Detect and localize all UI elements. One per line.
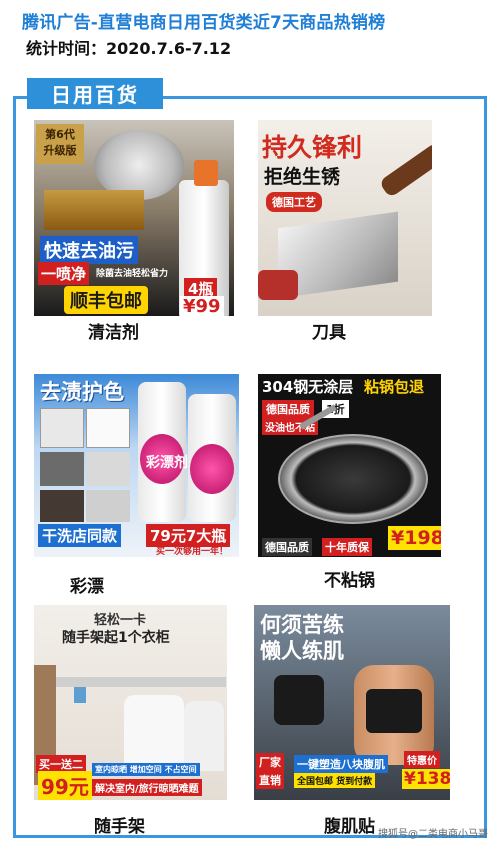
upgrade-badge: 第6代 升级版 [36,124,84,164]
brand-label: 彩漂剂 [146,455,188,471]
stats-period: 统计时间：2020.7.6-7.12 [26,39,232,58]
image-guarantee: 粘锅包退 [364,378,425,396]
product-image-pan[interactable]: 304钢无涂层 粘锅包退 德国品质 1折 没油也不粘 德国品质 十年质保 ¥19… [258,374,441,557]
watermark: 搜狐号@二类电商小马哥 [378,829,488,840]
product-label-pan: 不粘锅 [324,571,375,591]
direct-sale-badge: 直销 [256,771,284,789]
craft-tag: 德国工艺 [266,192,322,212]
shipping-strip: 全国包邮 货到付款 [294,773,376,788]
image-subheadline: 懒人练肌 [260,639,344,663]
image-subheadline: 随手架起1个衣柜 [62,630,170,646]
quality-badge: 德国品质 [262,400,314,418]
product-label-cleaner: 清洁剂 [88,323,139,343]
feature-strip: 室内晾晒 增加空间 不占空间 [92,763,200,776]
image-caption: 除菌去油轻松省力 [96,269,169,279]
product-label-hanger: 随手架 [94,817,145,837]
image-subheadline: 一喷净 [38,262,90,285]
quality-footer: 德国品质 [262,538,312,556]
section-tab[interactable]: 日用百货 [27,78,163,109]
image-subheadline: 拒绝生锈 [264,166,341,188]
cta-banner: 干洗店同款 [38,524,122,547]
product-image-hanger[interactable]: 轻松一卡 随手架起1个衣柜 买一送二 99元 室内晾晒 增加空间 不占空间 解决… [34,605,227,800]
price-tag: ¥99 [180,296,224,316]
image-headline: 304钢无涂层 [262,378,354,396]
product-image-cleaner[interactable]: 第6代 升级版 快速去油污 一喷净 除菌去油轻松省力 顺丰包邮 4瓶 ¥99 [34,120,234,316]
product-image-knife[interactable]: 持久锋利 拒绝生锈 德国工艺 [258,120,432,316]
deal-badge: 特惠价 [404,751,440,768]
image-headline: 持久锋利 [262,133,363,162]
feature-strip: 一键塑造八块腹肌 [294,755,388,773]
feature-banner: 解决室内/旅行晾晒难题 [92,779,202,796]
image-headline: 去渍护色 [40,380,124,404]
shipping-badge: 顺丰包邮 [64,286,148,314]
price-tag: 99元 [38,771,92,800]
product-image-abs[interactable]: 何须苦练 懒人练肌 厂家 直销 一键塑造八块腹肌 全国包邮 货到付款 特惠价 ¥… [254,605,450,800]
page-title: 腾讯广告-直营电商日用百货类近7天商品热销榜 [22,13,386,33]
price-tag: ¥138 [402,769,450,789]
product-label-knife: 刀具 [312,323,346,343]
price-tag: ¥198 [388,526,441,550]
warranty-footer: 十年质保 [322,538,372,556]
product-label-bleach: 彩漂 [70,577,104,597]
product-label-abs: 腹肌贴 [324,817,375,837]
product-image-bleach[interactable]: 去渍护色 彩漂剂 干洗店同款 79元7大瓶 买一次够用一年！ [34,374,239,557]
image-headline: 快速去油污 [40,236,138,264]
factory-badge: 厂家 [256,753,284,771]
image-headline: 轻松一卡 [94,613,147,628]
image-footnote: 买一次够用一年！ [156,547,229,557]
